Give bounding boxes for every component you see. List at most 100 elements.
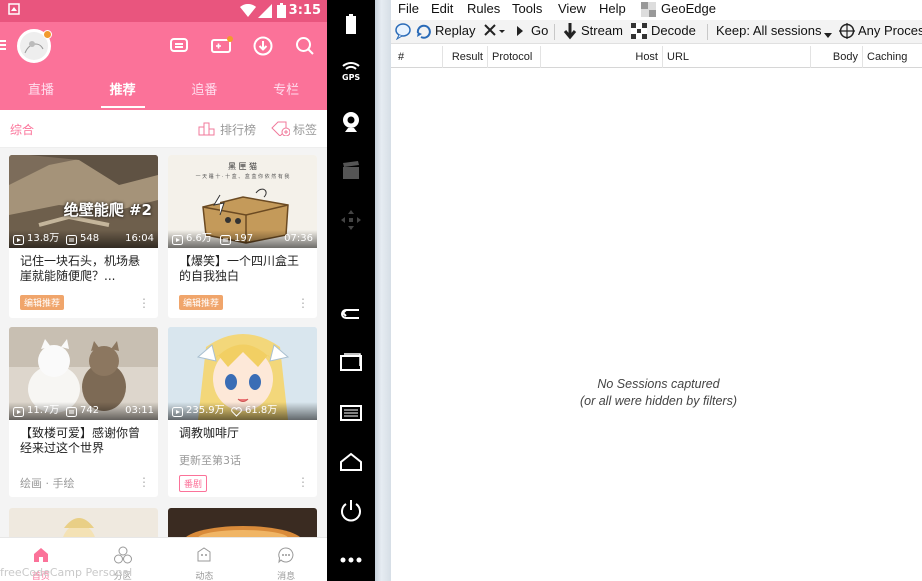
video-thumbnail[interactable]: 235.9万 61.8万 <box>168 327 317 420</box>
menu-rules[interactable]: Rules <box>467 1 500 16</box>
play-count: 235.9万 <box>186 405 225 416</box>
stream-button[interactable]: Stream <box>581 23 623 38</box>
video-title[interactable]: 记住一块石头，机场悬崖就能随便爬？... <box>20 254 150 284</box>
menu-bar: File Edit Rules Tools View Help GeoEdge <box>391 0 922 20</box>
geoedge-icon <box>641 2 656 20</box>
editor-pick-badge: 编辑推荐 <box>20 295 65 310</box>
decode-icon[interactable] <box>631 23 647 42</box>
webcam-icon[interactable] <box>339 110 363 134</box>
crosshair-icon[interactable] <box>839 23 855 42</box>
comment-icon[interactable] <box>394 22 412 43</box>
download-icon[interactable] <box>253 36 275 56</box>
thumbnail-overlay-text: 绝壁能爬 #2 <box>63 201 152 219</box>
play-count-icon <box>172 406 183 420</box>
sessions-column-header: # Result Protocol Host URL Body Caching <box>391 46 922 68</box>
video-category[interactable]: 绘画 · 手绘 <box>20 475 75 491</box>
go-icon[interactable] <box>516 25 524 40</box>
category-filter[interactable]: 综合 <box>10 121 34 138</box>
video-title[interactable]: 【致楼可爱】感谢你曾经来过这个世界 <box>20 426 150 456</box>
ranking-icon[interactable] <box>198 121 216 140</box>
more-options-icon[interactable]: ⋮ <box>297 296 309 310</box>
gps-icon[interactable]: GPS <box>339 58 363 82</box>
move-dpad-icon[interactable] <box>339 208 363 232</box>
search-icon[interactable] <box>295 36 317 56</box>
chevron-down-icon[interactable] <box>824 27 832 42</box>
battery-icon[interactable] <box>339 12 363 36</box>
col-host[interactable]: Host <box>541 46 663 68</box>
menu-file[interactable]: File <box>398 1 419 16</box>
play-count: 6.6万 <box>186 233 212 244</box>
menu-icon[interactable] <box>339 400 363 424</box>
recent-apps-icon[interactable] <box>339 350 363 374</box>
empty-message-line-1: No Sessions captured <box>597 377 720 391</box>
replay-icon[interactable] <box>416 23 432 42</box>
episode-status: 更新至第3话 <box>179 454 241 467</box>
avatar[interactable] <box>17 29 52 63</box>
col-url[interactable]: URL <box>663 46 811 68</box>
video-title[interactable]: 【爆笑】一个四川盒王的自我独白 <box>179 254 309 284</box>
video-title[interactable]: 调教咖啡厅 <box>179 426 309 441</box>
emulator-toolbar: GPS <box>327 0 375 581</box>
main-tabs: 直播 推荐 追番 专栏 <box>0 76 327 110</box>
avatar-badge <box>43 30 52 39</box>
empty-sessions-message: No Sessions captured (or all were hidden… <box>391 376 922 410</box>
gamepad-icon[interactable] <box>211 36 233 56</box>
drawer-menu-icon[interactable] <box>0 39 8 55</box>
col-caching[interactable]: Caching <box>863 46 922 68</box>
col-number[interactable]: # <box>391 46 443 68</box>
tag-icon[interactable] <box>270 120 291 140</box>
back-icon[interactable] <box>339 302 363 326</box>
menu-help[interactable]: Help <box>599 1 626 16</box>
window-border <box>375 0 391 581</box>
clock: 3:15 <box>288 3 321 18</box>
fiddler-window: File Edit Rules Tools View Help GeoEdge … <box>391 0 922 581</box>
game-center-icon[interactable] <box>169 36 191 56</box>
play-count-icon <box>13 234 24 248</box>
wifi-icon <box>240 3 256 22</box>
video-card[interactable]: 11.7万 742 03:11 【致楼可爱】感谢你曾经来过这个世界 绘画 · 手… <box>9 327 158 497</box>
nav-dynamics[interactable]: 动态 <box>164 538 246 581</box>
decode-button[interactable]: Decode <box>651 23 696 38</box>
clapperboard-icon[interactable] <box>339 158 363 182</box>
sub-bar: 综合 排行榜 标签 <box>0 110 327 148</box>
menu-geoedge[interactable]: GeoEdge <box>661 1 716 16</box>
video-thumbnail[interactable]: 黑 匣 猫 一 天 睡 十 · 十 盒 、 盒 盒 你 依 然 有 我 6.6万… <box>168 155 317 248</box>
col-protocol[interactable]: Protocol <box>488 46 541 68</box>
more-options-icon[interactable]: ⋮ <box>138 475 150 489</box>
menu-view[interactable]: View <box>558 1 586 16</box>
nav-messages[interactable]: 消息 <box>245 538 327 581</box>
power-icon[interactable] <box>339 498 363 522</box>
video-card[interactable]: 绝壁能爬 #2 13.8万 548 16:04 记住一块石头，机场悬崖就能随便爬… <box>9 155 158 318</box>
more-options-icon[interactable]: ⋮ <box>138 296 150 310</box>
ranking-link[interactable]: 排行榜 <box>220 121 256 138</box>
video-card[interactable]: 235.9万 61.8万 调教咖啡厅 更新至第3话 番剧 ⋮ <box>168 327 317 497</box>
heart-icon <box>231 406 242 420</box>
col-result[interactable]: Result <box>443 46 488 68</box>
tab-recommend[interactable]: 推荐 <box>82 76 164 110</box>
any-process-button[interactable]: Any Process <box>858 23 922 38</box>
tab-column[interactable]: 专栏 <box>245 76 327 110</box>
home-icon[interactable] <box>339 450 363 474</box>
replay-button[interactable]: Replay <box>435 23 475 38</box>
go-button[interactable]: Go <box>531 23 548 38</box>
menu-edit[interactable]: Edit <box>431 1 453 16</box>
video-card[interactable]: 黑 匣 猫 一 天 睡 十 · 十 盒 、 盒 盒 你 依 然 有 我 6.6万… <box>168 155 317 318</box>
video-stats: 11.7万 742 03:11 <box>9 402 158 420</box>
video-stats: 6.6万 197 07:36 <box>168 230 317 248</box>
tab-bangumi[interactable]: 追番 <box>164 76 246 110</box>
video-thumbnail[interactable]: 11.7万 742 03:11 <box>9 327 158 420</box>
more-icon[interactable] <box>339 548 363 572</box>
play-count-icon <box>13 406 24 420</box>
categories-icon <box>113 546 132 564</box>
more-options-icon[interactable]: ⋮ <box>297 475 309 489</box>
play-count: 11.7万 <box>27 405 60 416</box>
remove-icon[interactable] <box>483 22 507 43</box>
keep-sessions-dropdown[interactable]: Keep: All sessions <box>716 23 822 38</box>
tab-live[interactable]: 直播 <box>0 76 82 110</box>
stream-icon[interactable] <box>563 22 577 43</box>
col-body[interactable]: Body <box>811 46 863 68</box>
video-thumbnail[interactable]: 绝壁能爬 #2 13.8万 548 16:04 <box>9 155 158 248</box>
nav-dynamics-label: 动态 <box>195 572 214 581</box>
tags-link[interactable]: 标签 <box>293 121 317 138</box>
menu-tools[interactable]: Tools <box>512 1 542 16</box>
